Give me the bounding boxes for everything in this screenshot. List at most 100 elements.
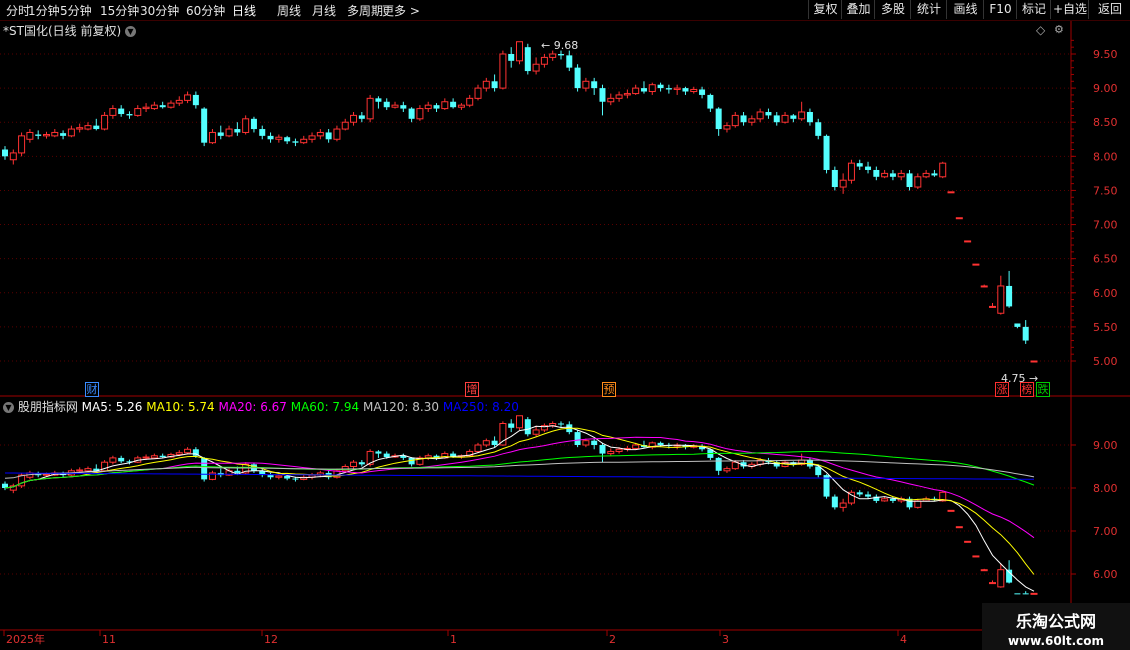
ma60-line [4, 451, 1035, 489]
main-candle [433, 105, 440, 109]
main-candle [856, 163, 863, 167]
main-candle [76, 127, 84, 130]
main-candle [192, 94, 199, 106]
y-tick-label-top: 7.00 [1093, 219, 1118, 232]
sub-candle [972, 555, 980, 558]
main-candle [1006, 285, 1013, 307]
event-marker-2[interactable]: 预 [602, 382, 616, 397]
sub-candle [499, 423, 507, 446]
toolbar-button-4[interactable]: 画线 [946, 0, 984, 19]
sub-candle [964, 540, 972, 543]
main-candle [150, 104, 158, 110]
main-candle [51, 131, 59, 137]
toolbar-button-8[interactable]: 返回 [1088, 0, 1130, 19]
main-candle [308, 135, 316, 140]
ma120-line [4, 459, 1035, 479]
sub-candle [358, 462, 365, 465]
main-candle [242, 118, 250, 133]
sub-candle [142, 456, 150, 459]
main-candle [781, 114, 789, 123]
main-candle [931, 173, 938, 176]
toolbar-tab-9[interactable]: 多周期 [347, 2, 383, 19]
sub-candle [175, 452, 183, 455]
main-candle [424, 104, 432, 110]
main-candle [466, 97, 474, 106]
date-label: 1 [450, 633, 457, 646]
toolbar-button-5[interactable]: F10 [983, 0, 1017, 19]
event-marker-0[interactable]: 财 [85, 382, 99, 397]
main-candle [126, 114, 133, 116]
toolbar-tab-1[interactable]: 1分钟 [28, 2, 60, 19]
toolbar-tab-4[interactable]: 30分钟 [140, 2, 179, 19]
main-candle [474, 87, 482, 99]
main-candle [847, 162, 855, 181]
event-marker-1[interactable]: 增 [465, 382, 479, 397]
main-candle [408, 108, 415, 119]
main-candle [773, 115, 780, 123]
sub-candle [591, 440, 598, 445]
toolbar-button-3[interactable]: 统计 [910, 0, 947, 19]
main-candle [591, 81, 598, 89]
toolbar-tab-7[interactable]: 周线 [277, 2, 301, 19]
sub-candle [955, 526, 963, 529]
main-candle [765, 111, 772, 116]
main-candle [756, 111, 764, 120]
date-label: 2 [609, 633, 616, 646]
event-marker-4[interactable]: 榜 [1020, 382, 1034, 397]
main-candle [325, 132, 332, 140]
main-candle [450, 101, 457, 108]
event-marker-5[interactable]: 跌 [1036, 382, 1050, 397]
toolbar-button-1[interactable]: 叠加 [841, 0, 875, 19]
y-tick-label-top: 6.50 [1093, 253, 1118, 266]
main-candle [292, 141, 299, 143]
main-candle [748, 118, 756, 123]
toolbar-button-2[interactable]: 多股 [874, 0, 911, 19]
diamond-icon[interactable]: ◇ [1036, 23, 1045, 37]
main-candle [167, 102, 175, 108]
main-candle [9, 152, 17, 161]
main-candle [175, 99, 183, 104]
toolbar-button-0[interactable]: 复权 [808, 0, 842, 19]
main-candle [615, 94, 623, 99]
y-tick-label-bottom: 7.00 [1093, 525, 1118, 538]
main-candle [798, 111, 806, 120]
toolbar-tab-8[interactable]: 月线 [312, 2, 336, 19]
y-tick-label-top: 9.00 [1093, 82, 1118, 95]
toolbar-button-7[interactable]: +自选 [1050, 0, 1089, 19]
sub-candle [1022, 593, 1029, 595]
y-tick-label-bottom: 9.00 [1093, 439, 1118, 452]
indicator-toggle-icon[interactable]: ▼ [3, 402, 14, 413]
main-candle [699, 89, 706, 95]
main-candle [532, 63, 540, 72]
sub-candle [491, 440, 498, 445]
main-candle [682, 88, 689, 92]
main-candle [400, 105, 407, 109]
main-candle [964, 240, 972, 243]
toolbar-tab-6[interactable]: 日线 [232, 2, 256, 19]
dropdown-icon[interactable]: ▼ [124, 26, 136, 37]
sub-candle [118, 457, 125, 462]
toolbar-button-6[interactable]: 标记 [1016, 0, 1051, 19]
settings-gear-icon[interactable]: ⚙ [1054, 23, 1064, 36]
ma10-line [4, 427, 1035, 575]
toolbar-tab-10[interactable]: 更多 > [382, 2, 420, 19]
y-tick-label-top: 9.50 [1093, 48, 1118, 61]
toolbar-tab-3[interactable]: 15分钟 [100, 2, 139, 19]
toolbar-tab-5[interactable]: 60分钟 [186, 2, 225, 19]
toolbar-tab-0[interactable]: 分时 [6, 2, 30, 19]
main-candle [790, 115, 797, 119]
toolbar-tab-2[interactable]: 5分钟 [60, 2, 92, 19]
main-candle [914, 176, 922, 188]
main-candle [549, 53, 557, 58]
event-marker-3[interactable]: 涨 [995, 382, 1009, 397]
kline-chart[interactable]: 9.50 9.00 8.50 8.00 7.50 7.00 6.50 6.00 5.50 5.00… [0, 21, 1130, 650]
sub-candle [42, 473, 50, 476]
y-tick-label-top: 6.00 [1093, 287, 1118, 300]
main-candle [731, 114, 739, 127]
main-candle [897, 172, 905, 178]
sub-candle [267, 475, 274, 478]
main-candle [947, 191, 955, 194]
main-candle [806, 111, 813, 123]
sub-candle [84, 468, 92, 472]
sub-candle [150, 455, 158, 459]
